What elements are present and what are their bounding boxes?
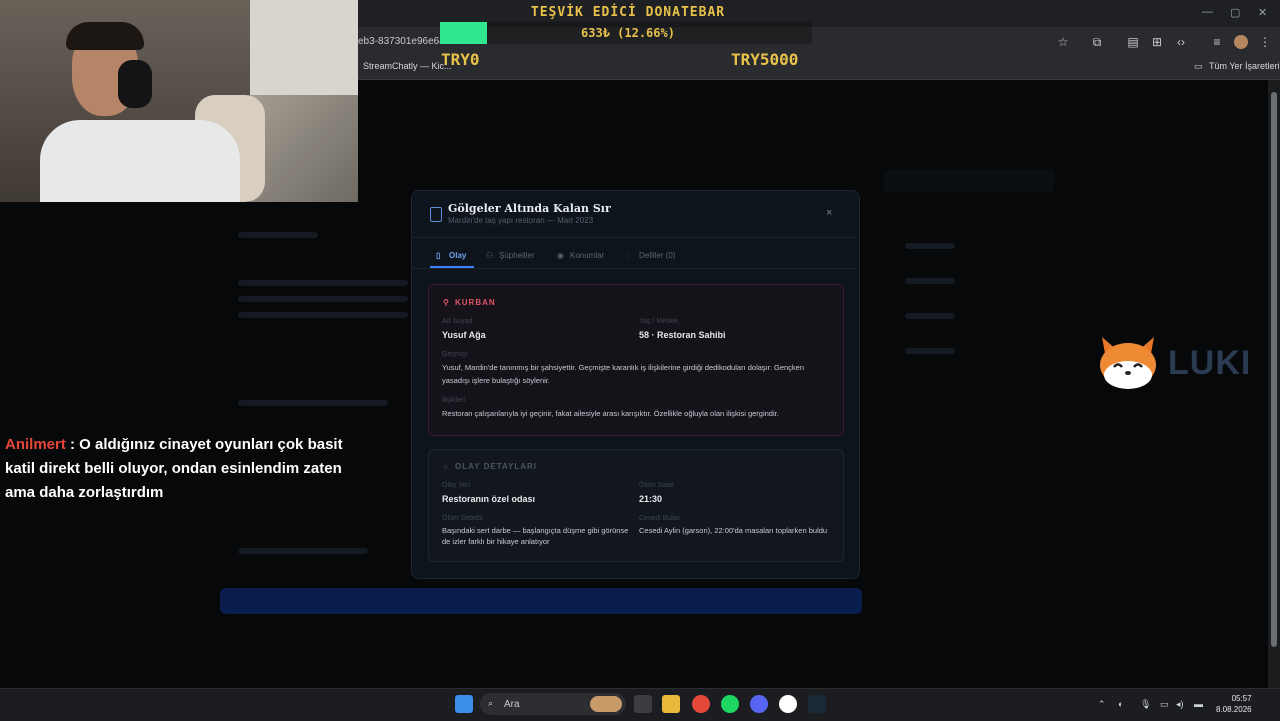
- victim-age: 58 · Restoran Sahibi: [639, 330, 726, 340]
- victim-past: Yusuf, Mardin'de tanınmış bir şahsiyetti…: [442, 363, 805, 385]
- file-explorer-icon[interactable]: [662, 695, 680, 713]
- bg-placeholder: [238, 280, 408, 286]
- network-icon[interactable]: ▭: [1160, 699, 1169, 710]
- donation-min-label: TRY0: [441, 50, 480, 69]
- modal-title: Gölgeler Altında Kalan Sır: [448, 202, 611, 215]
- divider: [412, 268, 857, 269]
- maximize-button[interactable]: ▢: [1230, 6, 1240, 19]
- steam-icon[interactable]: [808, 695, 826, 713]
- death-time: 21:30: [639, 494, 663, 504]
- victim-relations: Restoran çalışanlarıyla iyi geçinir, fak…: [442, 409, 779, 418]
- tray-chevron-icon[interactable]: ⌃: [1098, 699, 1106, 710]
- found-label: Cesedi Bulan: [639, 515, 681, 522]
- tab-deliller[interactable]: Deliller (0): [639, 251, 675, 260]
- webcam-overlay: [0, 0, 358, 202]
- minimize-button[interactable]: —: [1202, 6, 1213, 18]
- taskbar-search-label: Ara: [504, 699, 520, 710]
- map-pin-icon: ◉: [557, 251, 564, 260]
- details-heading: OLAY DETAYLARI: [455, 462, 538, 471]
- search-highlight-image: [590, 696, 622, 712]
- chat-username: Anilmert: [5, 436, 66, 453]
- trash-icon[interactable]: ▤: [1126, 35, 1140, 49]
- bg-primary-button: [220, 588, 862, 614]
- all-bookmarks-link[interactable]: Tüm Yer İşaretleri: [1209, 61, 1280, 71]
- spotify-icon[interactable]: [721, 695, 739, 713]
- bookmark-streamchatly[interactable]: StreamChatly — Kic...: [363, 61, 452, 71]
- found-by: Cesedi Aylin (garson), 22:00'da masaları…: [639, 526, 828, 535]
- address-bar[interactable]: eb3-837301e96e64: [358, 31, 448, 53]
- headset-icon: [118, 60, 152, 108]
- chrome-icon[interactable]: [692, 695, 710, 713]
- cam-person-hair: [66, 22, 144, 50]
- donation-max-label: TRY5000: [731, 50, 799, 69]
- donation-amount: 633₺ (12.66%): [581, 26, 675, 40]
- bg-placeholder: [238, 400, 388, 406]
- age-label: Yaş / Meslek: [639, 318, 679, 325]
- bg-placeholder: [905, 313, 955, 319]
- bg-placeholder: [905, 278, 955, 284]
- time-label: Ölüm Saati: [639, 482, 674, 489]
- queue-icon[interactable]: ≡: [1210, 35, 1224, 49]
- victim-heading: KURBAN: [455, 298, 496, 307]
- bookmark-star-icon[interactable]: ☆: [1056, 35, 1070, 49]
- bg-placeholder: [238, 296, 408, 302]
- modal-subtitle: Mardin'de taş yapı restoran — Mart 2023: [448, 216, 594, 225]
- grid-icon[interactable]: ⊞: [1150, 35, 1164, 49]
- modal-close-button[interactable]: ×: [826, 207, 832, 219]
- tab-konumlar[interactable]: Konumlar: [570, 251, 604, 260]
- divider: [412, 237, 857, 238]
- user-icon: ⚲: [443, 298, 450, 307]
- tray-app-icon[interactable]: ◐: [1118, 699, 1123, 709]
- system-clock[interactable]: 05:57 8.08.2026: [1216, 693, 1252, 715]
- fox-logo-icon: [1100, 337, 1156, 389]
- folder-icon: ▭: [1194, 61, 1203, 71]
- discord-icon[interactable]: [750, 695, 768, 713]
- microphone-icon[interactable]: 🎙: [1140, 699, 1151, 710]
- obs-icon[interactable]: [779, 695, 797, 713]
- scroll-thumb[interactable]: [1271, 92, 1277, 647]
- users-icon: ⚇: [486, 251, 494, 260]
- code-icon[interactable]: ‹›: [1174, 35, 1188, 49]
- battery-icon[interactable]: ▬: [1194, 699, 1203, 709]
- cam-person-body: [40, 120, 240, 202]
- past-label: Geçmişi: [442, 351, 468, 358]
- incident-place: Restoranın özel odası: [442, 494, 536, 504]
- bg-placeholder: [238, 312, 408, 318]
- clock-time: 05:57: [1231, 694, 1252, 703]
- cam-shelf: [250, 0, 358, 95]
- close-window-button[interactable]: ✕: [1258, 6, 1267, 19]
- search-icon: ○: [443, 462, 449, 471]
- victim-name: Yusuf Ağa: [442, 330, 486, 340]
- relations-label: İlişkileri: [442, 397, 465, 404]
- cause-label: Ölüm Sebebi: [442, 515, 483, 522]
- book-icon: ▯: [436, 251, 441, 260]
- name-label: Ad Soyad: [442, 318, 473, 325]
- shield-icon: ◌: [626, 251, 631, 260]
- clock-date: 8.08.2026: [1216, 705, 1252, 714]
- bg-placeholder: [238, 232, 318, 238]
- bg-placeholder: [905, 243, 955, 249]
- place-label: Olay Yeri: [442, 482, 471, 489]
- death-cause: Başındaki sert darbe — başlangıçta düşme…: [442, 526, 629, 546]
- donation-title: TEŞVİK EDİCİ DONATEBAR: [530, 5, 726, 20]
- tab-olay[interactable]: Olay: [449, 251, 466, 260]
- brand-logo-text: LUKI: [1168, 344, 1252, 382]
- document-icon: [430, 207, 442, 222]
- windows-start-icon[interactable]: [455, 695, 473, 713]
- donation-progress-fill: [440, 22, 487, 44]
- extensions-icon[interactable]: ⧉: [1090, 35, 1104, 49]
- task-view-icon[interactable]: [634, 695, 652, 713]
- bg-placeholder: [238, 548, 368, 554]
- search-icon: ⌕: [488, 698, 494, 708]
- volume-icon[interactable]: ◂): [1176, 699, 1184, 710]
- bg-panel: [884, 170, 1054, 192]
- chat-message: Anilmert : O aldığınız cinayet oyunları …: [5, 433, 350, 505]
- profile-avatar[interactable]: [1234, 35, 1248, 49]
- bg-placeholder: [905, 348, 955, 354]
- tab-supheliler[interactable]: Şüpheliler: [499, 251, 535, 260]
- menu-icon[interactable]: ⋮: [1258, 35, 1272, 49]
